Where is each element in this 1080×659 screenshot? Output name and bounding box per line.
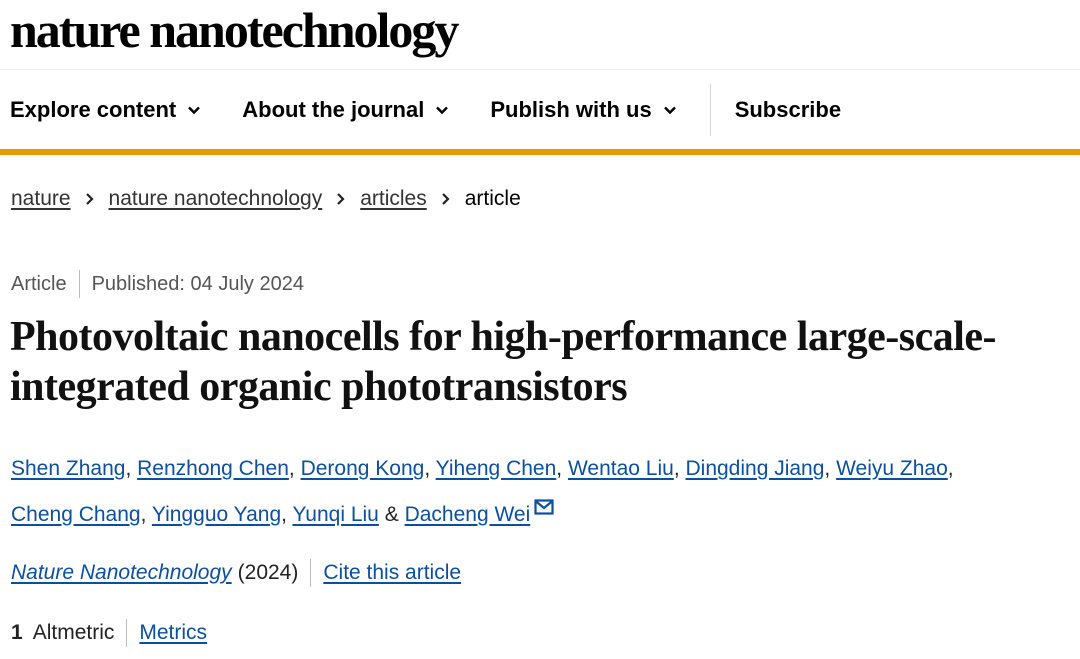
author-list: Shen Zhang, Renzhong Chen, Derong Kong, … (11, 457, 954, 526)
article-title: Photovoltaic nanocells for high-performa… (10, 314, 997, 410)
altmetric-label: Altmetric (32, 621, 115, 644)
breadcrumb-link-nature[interactable]: nature (11, 187, 71, 211)
citation-line: Nature Nanotechnology (2024) Cite this a… (11, 559, 461, 587)
metrics-line: 1 Altmetric Metrics (11, 619, 207, 647)
breadcrumb: nature nature nanotechnology articles ar… (11, 187, 521, 211)
site-logo[interactable]: nature nanotechnology (10, 0, 459, 60)
breadcrumb-current: article (464, 187, 521, 210)
chevron-down-icon (663, 106, 676, 115)
author-link[interactable]: Derong Kong (301, 457, 425, 480)
chevron-right-icon (85, 193, 94, 205)
chevron-down-icon (436, 106, 449, 115)
published-date: Published: 04 July 2024 (91, 272, 304, 295)
corresponding-author-link[interactable]: Dacheng Wei (405, 503, 531, 526)
nav-publish-with-us[interactable]: Publish with us (490, 97, 677, 123)
author-link[interactable]: Weiyu Zhao (836, 457, 948, 480)
author-link[interactable]: Yiheng Chen (436, 457, 557, 480)
chevron-right-icon (441, 193, 450, 205)
nav-subscribe[interactable]: Subscribe (735, 97, 841, 123)
author-link[interactable]: Wentao Liu (568, 457, 674, 480)
author-link[interactable]: Yunqi Liu (292, 503, 378, 526)
nav-divider (709, 84, 711, 136)
chevron-right-icon (337, 193, 345, 205)
header-divider (0, 69, 1080, 70)
citation-divider (310, 559, 312, 587)
journal-link[interactable]: Nature Nanotechnology (11, 561, 232, 585)
author-link[interactable]: Cheng Chang (11, 503, 141, 526)
author-link[interactable]: Shen Zhang (11, 457, 125, 480)
article-type: Article (11, 272, 67, 295)
meta-divider (78, 270, 80, 298)
nav-label: Explore content (10, 97, 177, 122)
nav-label: Publish with us (490, 97, 652, 122)
mail-icon[interactable] (534, 499, 554, 515)
publication-year: (2024) (237, 561, 299, 584)
breadcrumb-link-journal[interactable]: nature nanotechnology (109, 187, 323, 211)
nav-explore-content[interactable]: Explore content (10, 97, 202, 123)
main-nav: Explore content About the journal Publis… (0, 84, 1080, 136)
author-link[interactable]: Renzhong Chen (137, 457, 289, 480)
chevron-down-icon (188, 106, 201, 115)
author-link[interactable]: Dingding Jiang (685, 457, 824, 480)
nav-accent-bar (0, 149, 1080, 155)
metrics-link[interactable]: Metrics (139, 621, 207, 645)
metrics-divider (126, 619, 128, 647)
cite-article-link[interactable]: Cite this article (323, 561, 461, 585)
breadcrumb-link-articles[interactable]: articles (360, 187, 427, 211)
author-link[interactable]: Yingguo Yang (152, 503, 281, 526)
nav-label: About the journal (242, 97, 425, 122)
article-meta: Article Published: 04 July 2024 (11, 270, 304, 298)
altmetric-count: 1 (11, 621, 23, 644)
author-joiner: & (384, 503, 399, 526)
nav-about-journal[interactable]: About the journal (242, 97, 450, 123)
